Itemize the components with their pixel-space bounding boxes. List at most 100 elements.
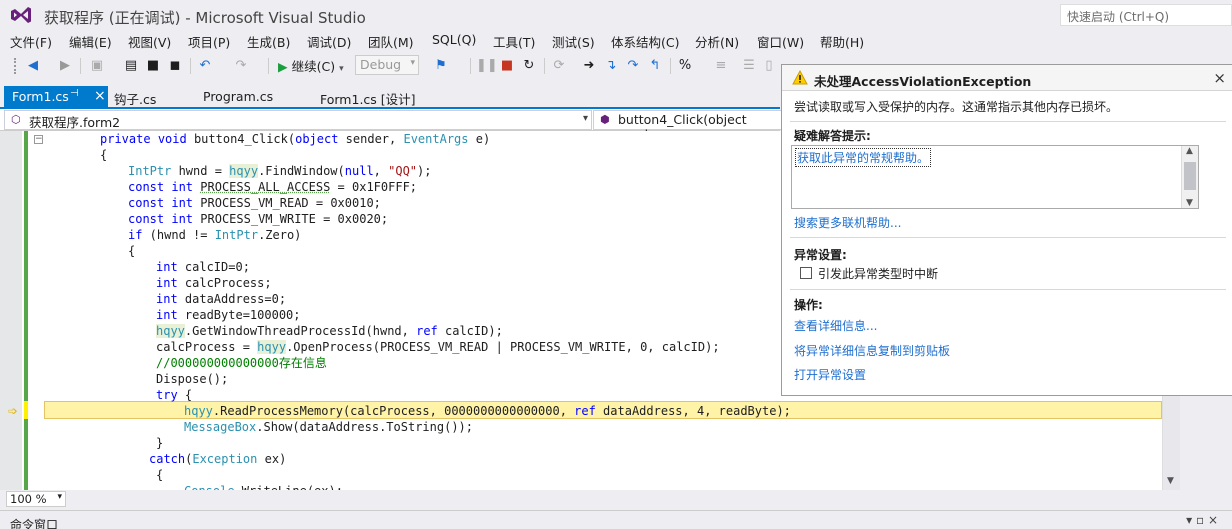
menu-file[interactable]: 文件(F) — [10, 32, 52, 51]
navigate-forward-icon[interactable]: ▶ — [56, 57, 74, 75]
general-help-link[interactable]: 获取此异常的常规帮助。 — [794, 148, 932, 167]
menu-test[interactable]: 测试(S) — [552, 32, 595, 51]
code-line: int calcProcess; — [156, 276, 272, 290]
command-window-title[interactable]: 命令窗口 — [10, 516, 58, 529]
continue-button[interactable]: ▶ 继续(C) ▾ — [276, 56, 344, 76]
tab-label: Form1.cs [设计] — [320, 92, 416, 107]
search-more-help-link[interactable]: 搜索更多联机帮助... — [794, 214, 901, 231]
navigate-back-icon[interactable]: ◀ — [24, 57, 42, 75]
code-line: private void button4_Click(object sender… — [100, 132, 491, 146]
visual-studio-logo-icon — [11, 7, 31, 23]
tab-label: 钩子.cs — [114, 92, 157, 107]
save-all-icon[interactable]: ◼ — [166, 57, 184, 75]
collapse-region-icon[interactable]: − — [34, 135, 43, 144]
code-line: Dispose(); — [156, 372, 229, 386]
indicator-margin[interactable] — [0, 131, 22, 490]
editor-zoom-bar: 100 % ▾ — [0, 490, 1180, 508]
close-icon[interactable]: × — [94, 88, 106, 104]
change-tracking-bar — [24, 131, 28, 490]
code-line: //000000000000000存在信息 — [156, 356, 327, 370]
scroll-down-icon[interactable]: ▼ — [1167, 476, 1174, 486]
view-details-link[interactable]: 查看详细信息... — [794, 317, 877, 334]
menu-team[interactable]: 团队(M) — [368, 32, 414, 51]
tab-form1-cs[interactable]: Form1.cs ⊣ × — [4, 86, 108, 108]
menu-debug[interactable]: 调试(D) — [307, 32, 351, 51]
break-on-exception-label[interactable]: 引发此异常类型时中断 — [818, 265, 938, 282]
step-into-icon[interactable]: ↴ — [602, 57, 620, 75]
code-line: { — [156, 468, 164, 482]
menu-edit[interactable]: 编辑(E) — [69, 32, 112, 51]
code-line: const int PROCESS_VM_READ = 0x0010; — [128, 196, 381, 210]
warning-icon — [792, 70, 808, 85]
break-all-icon[interactable]: ❚❚ — [476, 57, 498, 75]
code-line: const int PROCESS_ALL_ACCESS = 0x1F0FFF; — [128, 180, 418, 194]
menu-view[interactable]: 视图(V) — [128, 32, 171, 51]
execution-pointer-icon: ➩ — [8, 404, 19, 418]
menu-project[interactable]: 项目(P) — [188, 32, 230, 51]
save-icon[interactable]: ■ — [144, 57, 162, 75]
scroll-down-icon[interactable]: ▼ — [1186, 198, 1193, 208]
exception-title: 未处理AccessViolationException — [814, 74, 1032, 89]
new-project-icon[interactable]: ▣ — [88, 57, 106, 75]
open-exception-settings-link[interactable]: 打开异常设置 — [794, 366, 866, 383]
close-icon[interactable]: × — [1213, 69, 1226, 87]
code-text: private void button4_Click(object sender… — [44, 131, 791, 490]
tab-program-cs[interactable]: Program.cs — [195, 86, 281, 108]
chevron-down-icon: ▾ — [410, 58, 415, 68]
refresh-icon[interactable]: ⟳ — [550, 57, 568, 75]
solution-configuration-dropdown[interactable]: Debug ▾ — [355, 55, 419, 75]
show-next-statement-icon[interactable]: ➜ — [580, 57, 598, 75]
undo-icon[interactable]: ↶ — [196, 57, 214, 75]
title-bar: 获取程序 (正在调试) - Microsoft Visual Studio 快速… — [0, 0, 1232, 30]
restart-icon[interactable]: ↻ — [520, 57, 538, 75]
zoom-dropdown[interactable]: 100 % ▾ — [6, 491, 66, 507]
process-icon[interactable]: ⚑ — [432, 57, 450, 75]
menu-build[interactable]: 生成(B) — [247, 32, 290, 51]
code-line: int readByte=100000; — [156, 308, 301, 322]
code-line: Console.WriteLine(ex); — [184, 483, 343, 490]
method-icon: ⬢ — [600, 113, 610, 126]
tips-scrollbar[interactable]: ▲ ▼ — [1181, 146, 1198, 208]
bookmark-icon[interactable]: ▯ — [760, 57, 778, 75]
toolbar-separator — [470, 58, 471, 74]
pin-icon[interactable]: ⊣ — [70, 88, 79, 99]
quick-launch-input[interactable]: 快速启动 (Ctrl+Q) — [1060, 4, 1232, 26]
menu-sql[interactable]: SQL(Q) — [432, 32, 476, 47]
menu-architecture[interactable]: 体系结构(C) — [611, 32, 679, 51]
tab-hook-cs[interactable]: 钩子.cs — [106, 86, 164, 108]
stop-debugging-icon[interactable]: ■ — [498, 57, 516, 75]
menu-analyze[interactable]: 分析(N) — [695, 32, 739, 51]
menu-window[interactable]: 窗口(W) — [757, 32, 804, 51]
step-out-icon[interactable]: ↰ — [646, 57, 664, 75]
exception-header: 未处理AccessViolationException × — [782, 65, 1232, 91]
class-dropdown-value: 获取程序.form2 — [29, 115, 121, 130]
tab-form1-design[interactable]: Form1.cs [设计] — [312, 86, 424, 108]
redo-icon[interactable]: ↷ — [232, 57, 250, 75]
current-line-marker — [24, 401, 28, 419]
code-line: { — [128, 244, 136, 258]
divider — [790, 121, 1226, 122]
member-dropdown[interactable]: ⬢ button4_Click(object sender, — [593, 110, 783, 142]
step-over-icon[interactable]: ↷ — [624, 57, 642, 75]
actions-heading: 操作: — [794, 298, 823, 312]
comment-icon[interactable]: ≡ — [712, 57, 730, 75]
scroll-up-icon[interactable]: ▲ — [1186, 146, 1193, 156]
scroll-thumb[interactable] — [1184, 162, 1196, 190]
toolbar-grip[interactable] — [14, 58, 18, 74]
open-file-icon[interactable]: ▤ — [122, 57, 140, 75]
code-line-current: hqyy.ReadProcessMemory(calcProcess, 0000… — [184, 404, 791, 418]
code-line: IntPtr hwnd = hqyy.FindWindow(null, "QQ"… — [128, 164, 432, 178]
menu-tools[interactable]: 工具(T) — [493, 32, 535, 51]
code-line: catch(Exception ex) — [149, 452, 287, 466]
code-line: try { — [156, 388, 193, 402]
copy-details-link[interactable]: 将异常详细信息复制到剪贴板 — [794, 342, 950, 359]
troubleshooting-tips-list[interactable]: 获取此异常的常规帮助。 ▲ ▼ — [791, 145, 1199, 209]
menu-help[interactable]: 帮助(H) — [820, 32, 864, 51]
break-on-exception-checkbox[interactable] — [800, 267, 812, 279]
class-dropdown[interactable]: ⬡ 获取程序.form2 ▾ — [4, 110, 592, 130]
hex-display-icon[interactable]: % — [676, 57, 694, 75]
align-icon[interactable]: ☰ — [740, 57, 758, 75]
tab-label: Form1.cs — [12, 89, 69, 104]
panel-window-controls[interactable]: ▾ ▫ × — [1186, 513, 1218, 527]
code-line: MessageBox.Show(dataAddress.ToString()); — [184, 420, 473, 434]
